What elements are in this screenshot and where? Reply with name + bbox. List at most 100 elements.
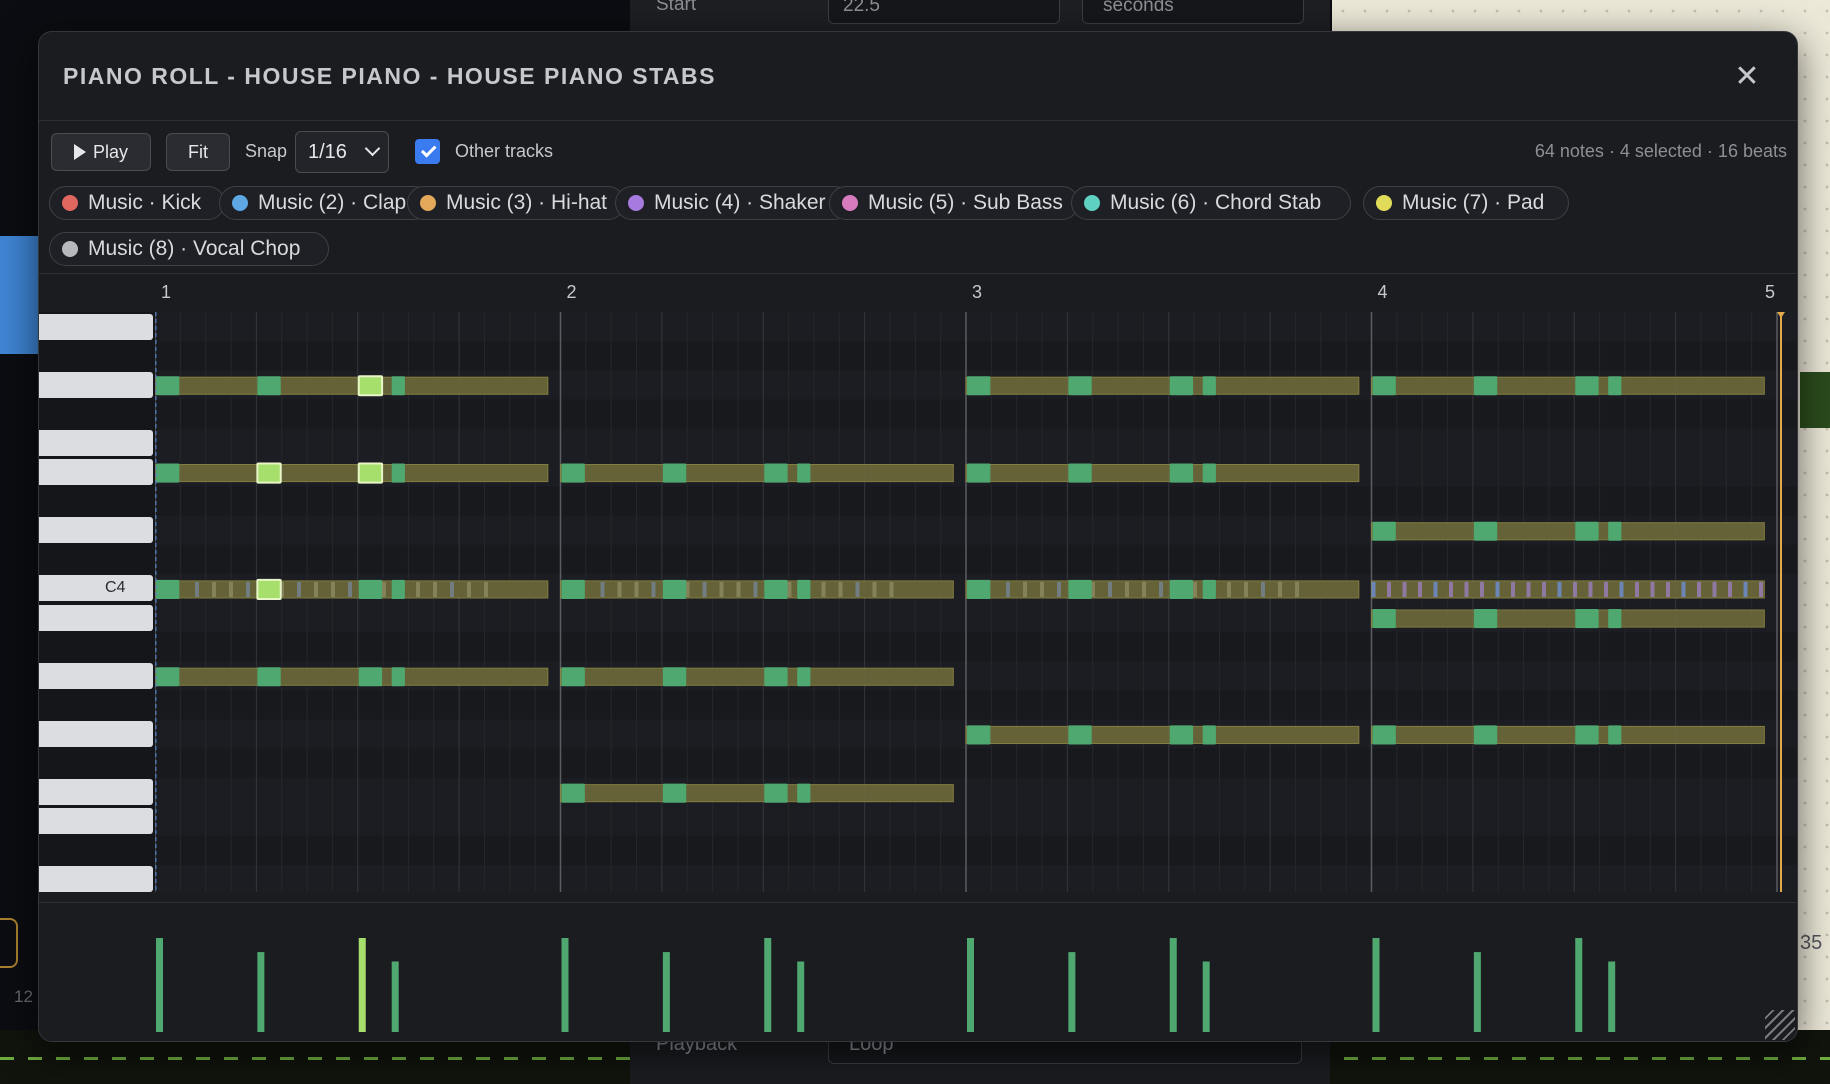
velocity-bar[interactable] (1068, 952, 1076, 1032)
note[interactable] (1169, 463, 1194, 483)
note[interactable] (662, 463, 687, 483)
note[interactable] (1575, 376, 1599, 396)
piano-key[interactable] (39, 866, 153, 893)
close-icon[interactable]: ✕ (1731, 62, 1763, 94)
velocity-bar[interactable] (764, 938, 772, 1032)
note[interactable] (967, 725, 991, 745)
note[interactable] (797, 463, 811, 483)
track-chip[interactable]: Music (3) · Hi-hat (407, 186, 625, 220)
snap-select[interactable]: 1/16 (295, 131, 389, 173)
piano-key[interactable] (39, 459, 153, 485)
note[interactable] (1202, 376, 1216, 396)
note[interactable] (156, 579, 180, 599)
note[interactable] (1372, 521, 1396, 541)
note[interactable] (561, 463, 585, 483)
note[interactable] (156, 376, 180, 396)
note[interactable] (1202, 725, 1216, 745)
velocity-bar[interactable] (797, 961, 805, 1033)
velocity-bar[interactable] (358, 938, 366, 1032)
note[interactable] (1068, 463, 1092, 483)
note[interactable] (1068, 376, 1092, 396)
note[interactable] (662, 579, 687, 599)
note[interactable] (764, 667, 788, 687)
velocity-bar[interactable] (257, 952, 265, 1032)
note[interactable] (257, 667, 281, 687)
note[interactable] (391, 667, 405, 687)
note[interactable] (1169, 725, 1194, 745)
note[interactable] (391, 463, 405, 483)
unit-select[interactable]: seconds (1082, 0, 1304, 24)
note[interactable] (967, 376, 991, 396)
note[interactable] (1372, 609, 1396, 629)
velocity-bar[interactable] (967, 938, 974, 1032)
velocity-bars[interactable] (155, 892, 1798, 1042)
note[interactable] (257, 376, 281, 396)
note[interactable] (1169, 376, 1194, 396)
velocity-bar[interactable] (1608, 961, 1616, 1033)
note[interactable] (156, 667, 180, 687)
note[interactable] (561, 579, 585, 599)
piano-key[interactable] (39, 429, 153, 456)
note[interactable] (1608, 521, 1622, 541)
track-chip[interactable]: Music · Kick (49, 186, 225, 220)
track-chip[interactable]: Music (2) · Clap (219, 186, 431, 220)
note[interactable] (1202, 579, 1216, 599)
note[interactable] (797, 579, 811, 599)
note[interactable] (391, 376, 405, 396)
piano-key[interactable] (39, 779, 153, 806)
note[interactable] (561, 783, 585, 803)
velocity-bar[interactable] (561, 938, 569, 1032)
piano-keyboard[interactable]: C4 (39, 312, 155, 893)
velocity-bar[interactable] (1473, 952, 1481, 1032)
note-selected[interactable] (256, 578, 282, 600)
piano-key[interactable] (39, 517, 153, 544)
note[interactable] (1372, 725, 1396, 745)
note[interactable] (1608, 725, 1622, 745)
note-selected[interactable] (256, 462, 282, 484)
note[interactable] (358, 579, 383, 599)
fit-button[interactable]: Fit (166, 133, 230, 171)
velocity-bar[interactable] (156, 938, 163, 1032)
note[interactable] (967, 579, 991, 599)
note[interactable] (1473, 725, 1498, 745)
note[interactable] (1575, 521, 1599, 541)
track-chip[interactable]: Music (8) · Vocal Chop (49, 232, 329, 266)
note[interactable] (1068, 725, 1092, 745)
note[interactable] (1608, 609, 1622, 629)
note[interactable] (764, 463, 788, 483)
note[interactable] (1473, 521, 1498, 541)
note[interactable] (764, 783, 788, 803)
note[interactable] (1575, 609, 1599, 629)
piano-key[interactable] (39, 662, 153, 689)
note[interactable] (1169, 579, 1194, 599)
track-chip[interactable]: Music (5) · Sub Bass (829, 186, 1079, 220)
velocity-bar[interactable] (1202, 961, 1210, 1033)
note[interactable] (1473, 609, 1498, 629)
note[interactable] (1575, 725, 1599, 745)
note[interactable] (967, 463, 991, 483)
note-grid[interactable] (155, 312, 1798, 892)
track-chip[interactable]: Music (4) · Shaker (615, 186, 851, 220)
velocity-bar[interactable] (662, 952, 670, 1032)
note[interactable] (1473, 376, 1498, 396)
note[interactable] (1202, 463, 1216, 483)
note-selected[interactable] (357, 462, 384, 484)
note-selected[interactable] (357, 375, 384, 397)
piano-key[interactable] (39, 720, 153, 747)
piano-key[interactable]: C4 (39, 575, 153, 602)
velocity-bar[interactable] (1372, 938, 1380, 1032)
velocity-bar[interactable] (1169, 938, 1177, 1032)
track-chip[interactable]: Music (6) · Chord Stab (1071, 186, 1351, 220)
note[interactable] (662, 667, 687, 687)
start-field[interactable]: 22.5 (828, 0, 1060, 24)
note[interactable] (1608, 376, 1622, 396)
note[interactable] (1372, 376, 1396, 396)
piano-key[interactable] (39, 313, 153, 340)
velocity-bar[interactable] (391, 961, 399, 1033)
note[interactable] (1068, 579, 1092, 599)
resize-grip-icon[interactable] (1765, 1010, 1795, 1040)
velocity-bar[interactable] (1575, 938, 1583, 1032)
note[interactable] (764, 579, 788, 599)
piano-key[interactable] (39, 604, 153, 631)
track-chip[interactable]: Music (7) · Pad (1363, 186, 1569, 220)
